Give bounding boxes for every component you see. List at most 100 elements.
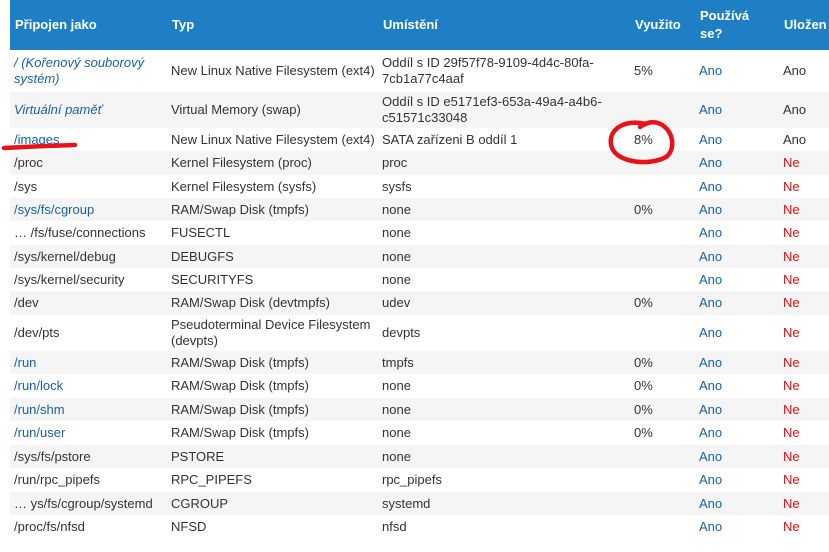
cell-type: PSTORE xyxy=(167,445,378,468)
cell-in-use: Ano xyxy=(695,245,779,268)
cell-usage xyxy=(630,492,695,515)
cell-saved: Ne xyxy=(779,315,829,351)
cell-in-use: Ano xyxy=(695,374,779,398)
mount-label: /sys/kernel/debug xyxy=(14,248,116,264)
cell-mount: /sys/fs/pstore xyxy=(10,445,167,468)
cell-mount: /sys xyxy=(10,175,167,198)
cell-in-use: Ano xyxy=(695,198,779,221)
mount-link[interactable]: /sys/fs/cgroup xyxy=(14,202,94,217)
cell-in-use: Ano xyxy=(695,351,779,374)
cell-in-use: Ano xyxy=(695,151,779,175)
in-use-link[interactable]: Ano xyxy=(699,249,722,264)
in-use-link[interactable]: Ano xyxy=(699,378,722,393)
cell-in-use: Ano xyxy=(695,492,779,515)
cell-mount: /proc xyxy=(10,151,167,175)
table-body: / (Kořenový souborový systém) New Linux N… xyxy=(10,50,829,538)
cell-mount: /run/rpc_pipefs xyxy=(10,468,167,492)
table-row: /images New Linux Native Filesystem (ext4… xyxy=(10,128,829,151)
in-use-link[interactable]: Ano xyxy=(699,225,722,240)
cell-location: sysfs xyxy=(378,175,630,198)
in-use-link[interactable]: Ano xyxy=(699,179,722,194)
table-row: /dev/pts Pseudoterminal Device Filesystem… xyxy=(10,315,829,351)
in-use-link[interactable]: Ano xyxy=(699,325,722,340)
in-use-link[interactable]: Ano xyxy=(699,132,722,147)
cell-usage xyxy=(630,468,695,492)
mount-label: /proc/fs/nfsd xyxy=(14,518,85,534)
mount-link[interactable]: /run/lock xyxy=(14,378,63,393)
table-row: … /fs/fuse/connections FUSECTL none Ano Ne xyxy=(10,221,829,245)
cell-mount: … ys/fs/cgroup/systemd xyxy=(10,492,167,515)
column-header-type[interactable]: Typ xyxy=(167,0,378,50)
column-header-saved[interactable]: Uložen xyxy=(779,0,829,50)
cell-in-use: Ano xyxy=(695,92,779,128)
mount-link[interactable]: Virtuální paměť xyxy=(14,102,102,117)
cell-type: RAM/Swap Disk (tmpfs) xyxy=(167,351,378,374)
mount-label: /sys/kernel/security xyxy=(14,271,125,287)
cell-location: rpc_pipefs xyxy=(378,468,630,492)
in-use-link[interactable]: Ano xyxy=(699,272,722,287)
mount-link[interactable]: /run/user xyxy=(14,425,65,440)
in-use-link[interactable]: Ano xyxy=(699,295,722,310)
in-use-link[interactable]: Ano xyxy=(699,202,722,217)
cell-saved: Ano xyxy=(779,128,829,151)
cell-saved: Ne xyxy=(779,151,829,175)
cell-saved: Ne xyxy=(779,245,829,268)
cell-usage xyxy=(630,515,695,538)
mount-link[interactable]: / (Kořenový souborový systém) xyxy=(14,55,144,86)
table-row: /run/shm RAM/Swap Disk (tmpfs) none 0% Ano Ne xyxy=(10,398,829,421)
in-use-link[interactable]: Ano xyxy=(699,472,722,487)
cell-saved: Ne xyxy=(779,421,829,445)
cell-mount: /sys/kernel/debug xyxy=(10,245,167,268)
cell-mount: /run/user xyxy=(10,421,167,445)
in-use-link[interactable]: Ano xyxy=(699,63,722,78)
cell-mount: /run/lock xyxy=(10,374,167,398)
cell-mount: /proc/fs/nfsd xyxy=(10,515,167,538)
cell-location: devpts xyxy=(378,315,630,351)
cell-usage: 0% xyxy=(630,398,695,421)
column-header-location[interactable]: Umístění xyxy=(378,0,630,50)
in-use-link[interactable]: Ano xyxy=(699,449,722,464)
cell-saved: Ano xyxy=(779,50,829,92)
cell-in-use: Ano xyxy=(695,50,779,92)
cell-usage xyxy=(630,92,695,128)
cell-location: Oddíl s ID e5171ef3-653a-49a4-a4b6-c5157… xyxy=(378,92,630,128)
mount-label: /proc xyxy=(14,155,43,170)
cell-mount: /run xyxy=(10,351,167,374)
cell-usage: 5% xyxy=(630,50,695,92)
cell-saved: Ne xyxy=(779,351,829,374)
mount-link[interactable]: /run xyxy=(14,355,36,370)
cell-type: Pseudoterminal Device Filesystem (devpts… xyxy=(167,315,378,351)
table-row: … ys/fs/cgroup/systemd CGROUP systemd Ano Ne xyxy=(10,492,829,515)
in-use-link[interactable]: Ano xyxy=(699,402,722,417)
cell-usage: 0% xyxy=(630,374,695,398)
column-header-usage[interactable]: Využito xyxy=(630,0,695,50)
in-use-link[interactable]: Ano xyxy=(699,155,722,170)
column-header-in-use[interactable]: Používá se? xyxy=(695,0,779,50)
cell-mount: / (Kořenový souborový systém) xyxy=(10,50,167,92)
column-header-mounted-as[interactable]: Připojen jako xyxy=(10,0,167,50)
cell-saved: Ne xyxy=(779,492,829,515)
cell-location: none xyxy=(378,421,630,445)
in-use-link[interactable]: Ano xyxy=(699,496,722,511)
in-use-link[interactable]: Ano xyxy=(699,355,722,370)
cell-type: RAM/Swap Disk (tmpfs) xyxy=(167,398,378,421)
mount-link[interactable]: /images xyxy=(14,132,60,147)
cell-location: tmpfs xyxy=(378,351,630,374)
in-use-link[interactable]: Ano xyxy=(699,102,722,117)
cell-type: SECURITYFS xyxy=(167,268,378,291)
in-use-link[interactable]: Ano xyxy=(699,425,722,440)
table-row: /sys Kernel Filesystem (sysfs) sysfs Ano Ne xyxy=(10,175,829,198)
cell-usage: 0% xyxy=(630,198,695,221)
in-use-link[interactable]: Ano xyxy=(699,519,722,534)
table-row: /run RAM/Swap Disk (tmpfs) tmpfs 0% Ano Ne xyxy=(10,351,829,374)
cell-usage xyxy=(630,445,695,468)
cell-in-use: Ano xyxy=(695,268,779,291)
mount-link[interactable]: /run/shm xyxy=(14,402,65,417)
table-row: /sys/kernel/security SECURITYFS none Ano Ne xyxy=(10,268,829,291)
table-row: /run/user RAM/Swap Disk (tmpfs) none 0% Ano N… xyxy=(10,421,829,445)
cell-saved: Ne xyxy=(779,398,829,421)
cell-mount: /images xyxy=(10,128,167,151)
cell-location: none xyxy=(378,268,630,291)
cell-mount: Virtuální paměť xyxy=(10,92,167,128)
cell-in-use: Ano xyxy=(695,128,779,151)
